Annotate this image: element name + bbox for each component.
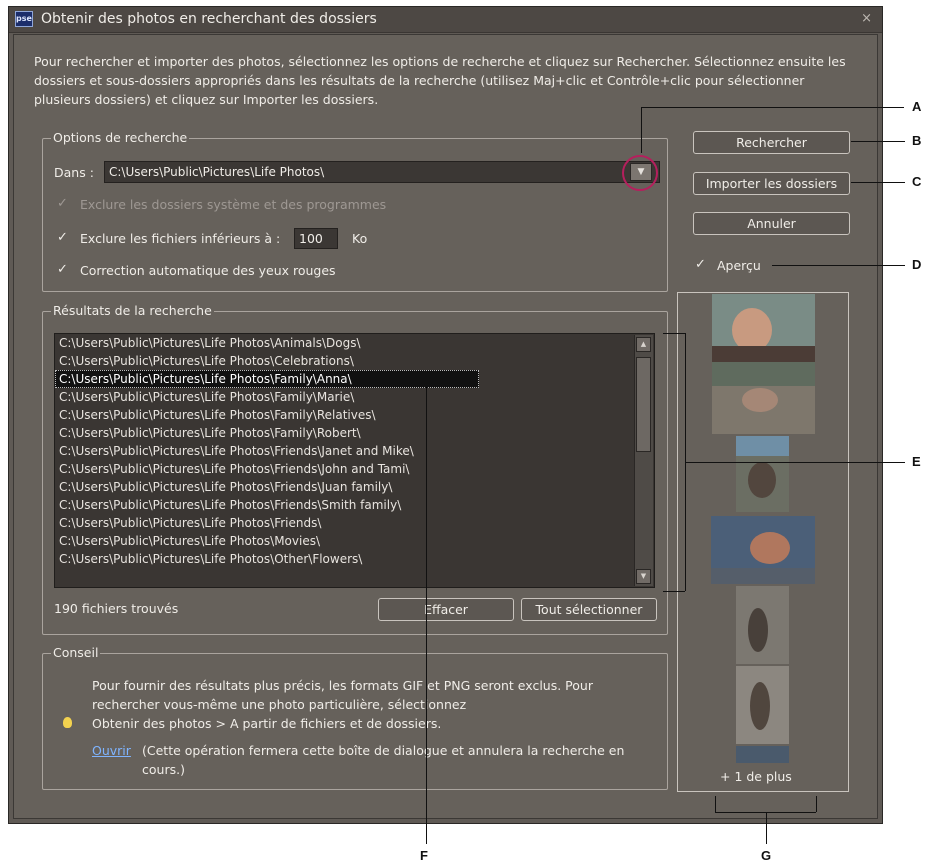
preview-more-count: + 1 de plus xyxy=(720,769,792,784)
callout-g-bracket-left xyxy=(715,796,716,812)
callout-g-line xyxy=(766,812,767,844)
thumbnail-7[interactable] xyxy=(736,746,789,763)
callout-e-bracket-bottom xyxy=(663,591,685,592)
callout-g: G xyxy=(761,848,772,863)
callout-f: F xyxy=(420,848,428,863)
thumbnail-5[interactable] xyxy=(736,586,789,664)
callout-d-line xyxy=(772,265,905,266)
thumbnail-4[interactable] xyxy=(711,516,815,584)
thumbnail-2[interactable] xyxy=(712,362,815,434)
callout-a-line-h xyxy=(641,107,904,108)
thumbnail-3[interactable] xyxy=(736,436,789,512)
callout-f-line xyxy=(426,386,427,844)
callout-g-bracket-right xyxy=(816,796,817,812)
callout-e-bracket-top xyxy=(663,333,685,334)
callout-b: B xyxy=(912,133,922,148)
callout-d: D xyxy=(912,257,922,272)
thumbnail-6[interactable] xyxy=(736,666,789,744)
callout-c-line xyxy=(851,182,905,183)
callout-e: E xyxy=(912,454,921,469)
callout-b-line xyxy=(851,141,905,142)
callout-c: C xyxy=(912,174,922,189)
callout-a-line xyxy=(641,107,642,153)
thumbnail-1[interactable] xyxy=(712,294,815,362)
preview-thumbnails xyxy=(711,294,815,763)
callout-a: A xyxy=(912,99,922,114)
callout-e-line xyxy=(685,462,905,463)
